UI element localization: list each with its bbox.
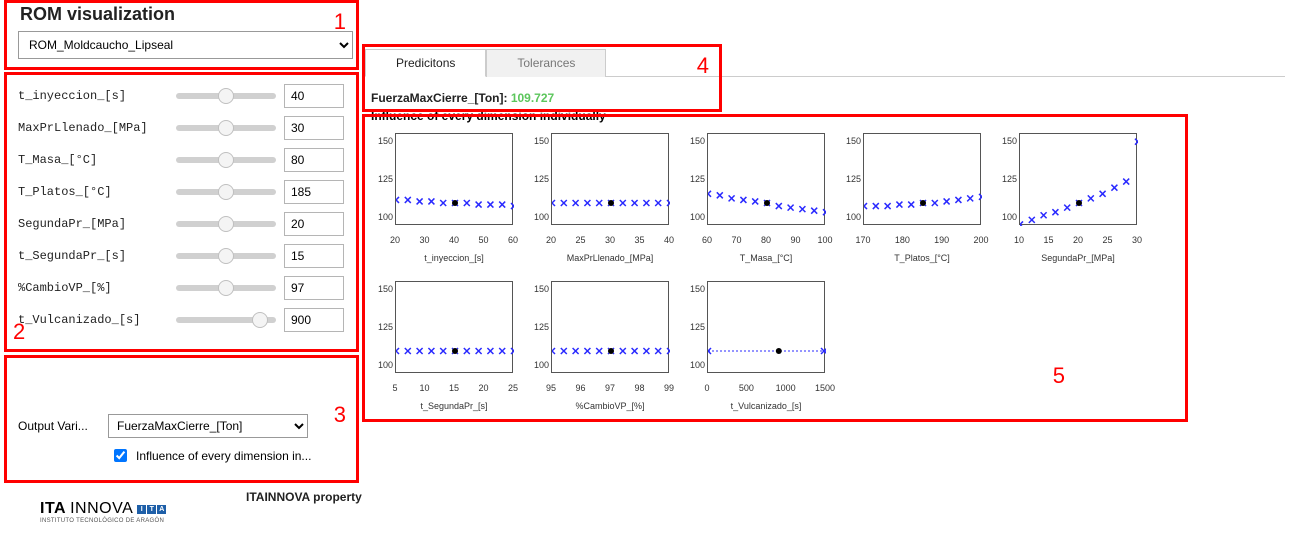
- influence-checkbox[interactable]: [114, 449, 127, 462]
- slider-label: T_Masa_[°C]: [18, 153, 168, 167]
- slider-track[interactable]: [176, 157, 276, 163]
- logo-squares-icon: ITA: [137, 505, 166, 514]
- slider-row: t_SegundaPr_[s]: [18, 240, 358, 272]
- slider-value-input[interactable]: [284, 308, 344, 332]
- slider-value-input[interactable]: [284, 84, 344, 108]
- slider-value-input[interactable]: [284, 148, 344, 172]
- chart-xlabel: SegundaPr_[MPa]: [1019, 253, 1137, 263]
- slider-label: t_Vulcanizado_[s]: [18, 313, 168, 327]
- slider-row: MaxPrLlenado_[MPa]: [18, 112, 358, 144]
- plot-box: [863, 133, 981, 225]
- slider-value-input[interactable]: [284, 212, 344, 236]
- slider-label: t_inyeccion_[s]: [18, 89, 168, 103]
- output-variable-dropdown[interactable]: FuerzaMaxCierre_[Ton]: [108, 414, 308, 438]
- panel-sliders: t_inyeccion_[s] MaxPrLlenado_[MPa] T_Masa_…: [18, 80, 358, 336]
- slider-track[interactable]: [176, 125, 276, 131]
- slider-thumb[interactable]: [218, 120, 234, 136]
- slider-thumb[interactable]: [218, 184, 234, 200]
- slider-value-input[interactable]: [284, 244, 344, 268]
- mini-chart: 1501251001015202530SegundaPr_[MPa]: [995, 127, 1143, 267]
- footer-property: ITAINNOVA property: [246, 490, 362, 504]
- slider-row: T_Masa_[°C]: [18, 144, 358, 176]
- plot-box: [707, 133, 825, 225]
- chart-xlabel: t_SegundaPr_[s]: [395, 401, 513, 411]
- slider-label: T_Platos_[°C]: [18, 185, 168, 199]
- slider-row: %CambioVP_[%]: [18, 272, 358, 304]
- mini-chart: 1501251002025303540MaxPrLlenado_[MPa]: [527, 127, 675, 267]
- chart-xlabel: t_inyeccion_[s]: [395, 253, 513, 263]
- plot-box: [1019, 133, 1137, 225]
- slider-value-input[interactable]: [284, 276, 344, 300]
- slider-track[interactable]: [176, 285, 276, 291]
- mini-chart: 150125100510152025t_SegundaPr_[s]: [371, 275, 519, 415]
- chart-xlabel: t_Vulcanizado_[s]: [707, 401, 825, 411]
- plot-box: [395, 133, 513, 225]
- slider-thumb[interactable]: [252, 312, 268, 328]
- page-title: ROM visualization: [20, 4, 358, 25]
- chart-xlabel: %CambioVP_[%]: [551, 401, 669, 411]
- slider-value-input[interactable]: [284, 180, 344, 204]
- slider-thumb[interactable]: [218, 248, 234, 264]
- prediction-output: FuerzaMaxCierre_[Ton]: 109.727: [371, 91, 1285, 105]
- slider-track[interactable]: [176, 189, 276, 195]
- mini-chart: 15012510060708090100T_Masa_[°C]: [683, 127, 831, 267]
- mini-chart: 1501251009596979899%CambioVP_[%]: [527, 275, 675, 415]
- slider-thumb[interactable]: [218, 216, 234, 232]
- slider-value-input[interactable]: [284, 116, 344, 140]
- tab-predictions[interactable]: Predicitons: [365, 49, 486, 77]
- slider-thumb[interactable]: [218, 280, 234, 296]
- panel-results: Predicitons Tolerances FuerzaMaxCierre_[…: [365, 48, 1285, 415]
- slider-label: MaxPrLlenado_[MPa]: [18, 121, 168, 135]
- slider-track[interactable]: [176, 317, 276, 323]
- charts-grid: 1501251002030405060t_inyeccion_[s]150125…: [371, 127, 1161, 415]
- plot-box: [707, 281, 825, 373]
- mini-chart: 1501251002030405060t_inyeccion_[s]: [371, 127, 519, 267]
- slider-thumb[interactable]: [218, 88, 234, 104]
- influence-checkbox-label: Influence of every dimension in...: [136, 449, 311, 463]
- output-variable-label: Output Vari...: [18, 419, 100, 433]
- tab-tolerances[interactable]: Tolerances: [486, 49, 606, 77]
- panel-rom-select: ROM visualization ROM_Moldcaucho_Lipseal: [18, 0, 358, 59]
- charts-title: Influence of every dimension individuall…: [371, 109, 1285, 123]
- chart-xlabel: MaxPrLlenado_[MPa]: [551, 253, 669, 263]
- slider-row: T_Platos_[°C]: [18, 176, 358, 208]
- slider-track[interactable]: [176, 93, 276, 99]
- plot-box: [551, 281, 669, 373]
- slider-track[interactable]: [176, 253, 276, 259]
- slider-label: t_SegundaPr_[s]: [18, 249, 168, 263]
- slider-label: %CambioVP_[%]: [18, 281, 168, 295]
- plot-box: [551, 133, 669, 225]
- plot-box: [395, 281, 513, 373]
- slider-track[interactable]: [176, 221, 276, 227]
- rom-dropdown[interactable]: ROM_Moldcaucho_Lipseal: [18, 31, 353, 59]
- slider-row: t_Vulcanizado_[s]: [18, 304, 358, 336]
- slider-label: SegundaPr_[MPa]: [18, 217, 168, 231]
- mini-chart: 150125100170180190200T_Platos_[°C]: [839, 127, 987, 267]
- slider-row: SegundaPr_[MPa]: [18, 208, 358, 240]
- chart-xlabel: T_Masa_[°C]: [707, 253, 825, 263]
- result-tabs: Predicitons Tolerances: [365, 48, 1285, 77]
- slider-row: t_inyeccion_[s]: [18, 80, 358, 112]
- panel-output-variable: Output Vari... FuerzaMaxCierre_[Ton] Inf…: [18, 414, 358, 465]
- mini-chart: 150125100050010001500t_Vulcanizado_[s]: [683, 275, 831, 415]
- chart-xlabel: T_Platos_[°C]: [863, 253, 981, 263]
- slider-thumb[interactable]: [218, 152, 234, 168]
- brand-logo: ITAINNOVA ITA INSTITUTO TECNOLÓGICO DE A…: [40, 500, 166, 518]
